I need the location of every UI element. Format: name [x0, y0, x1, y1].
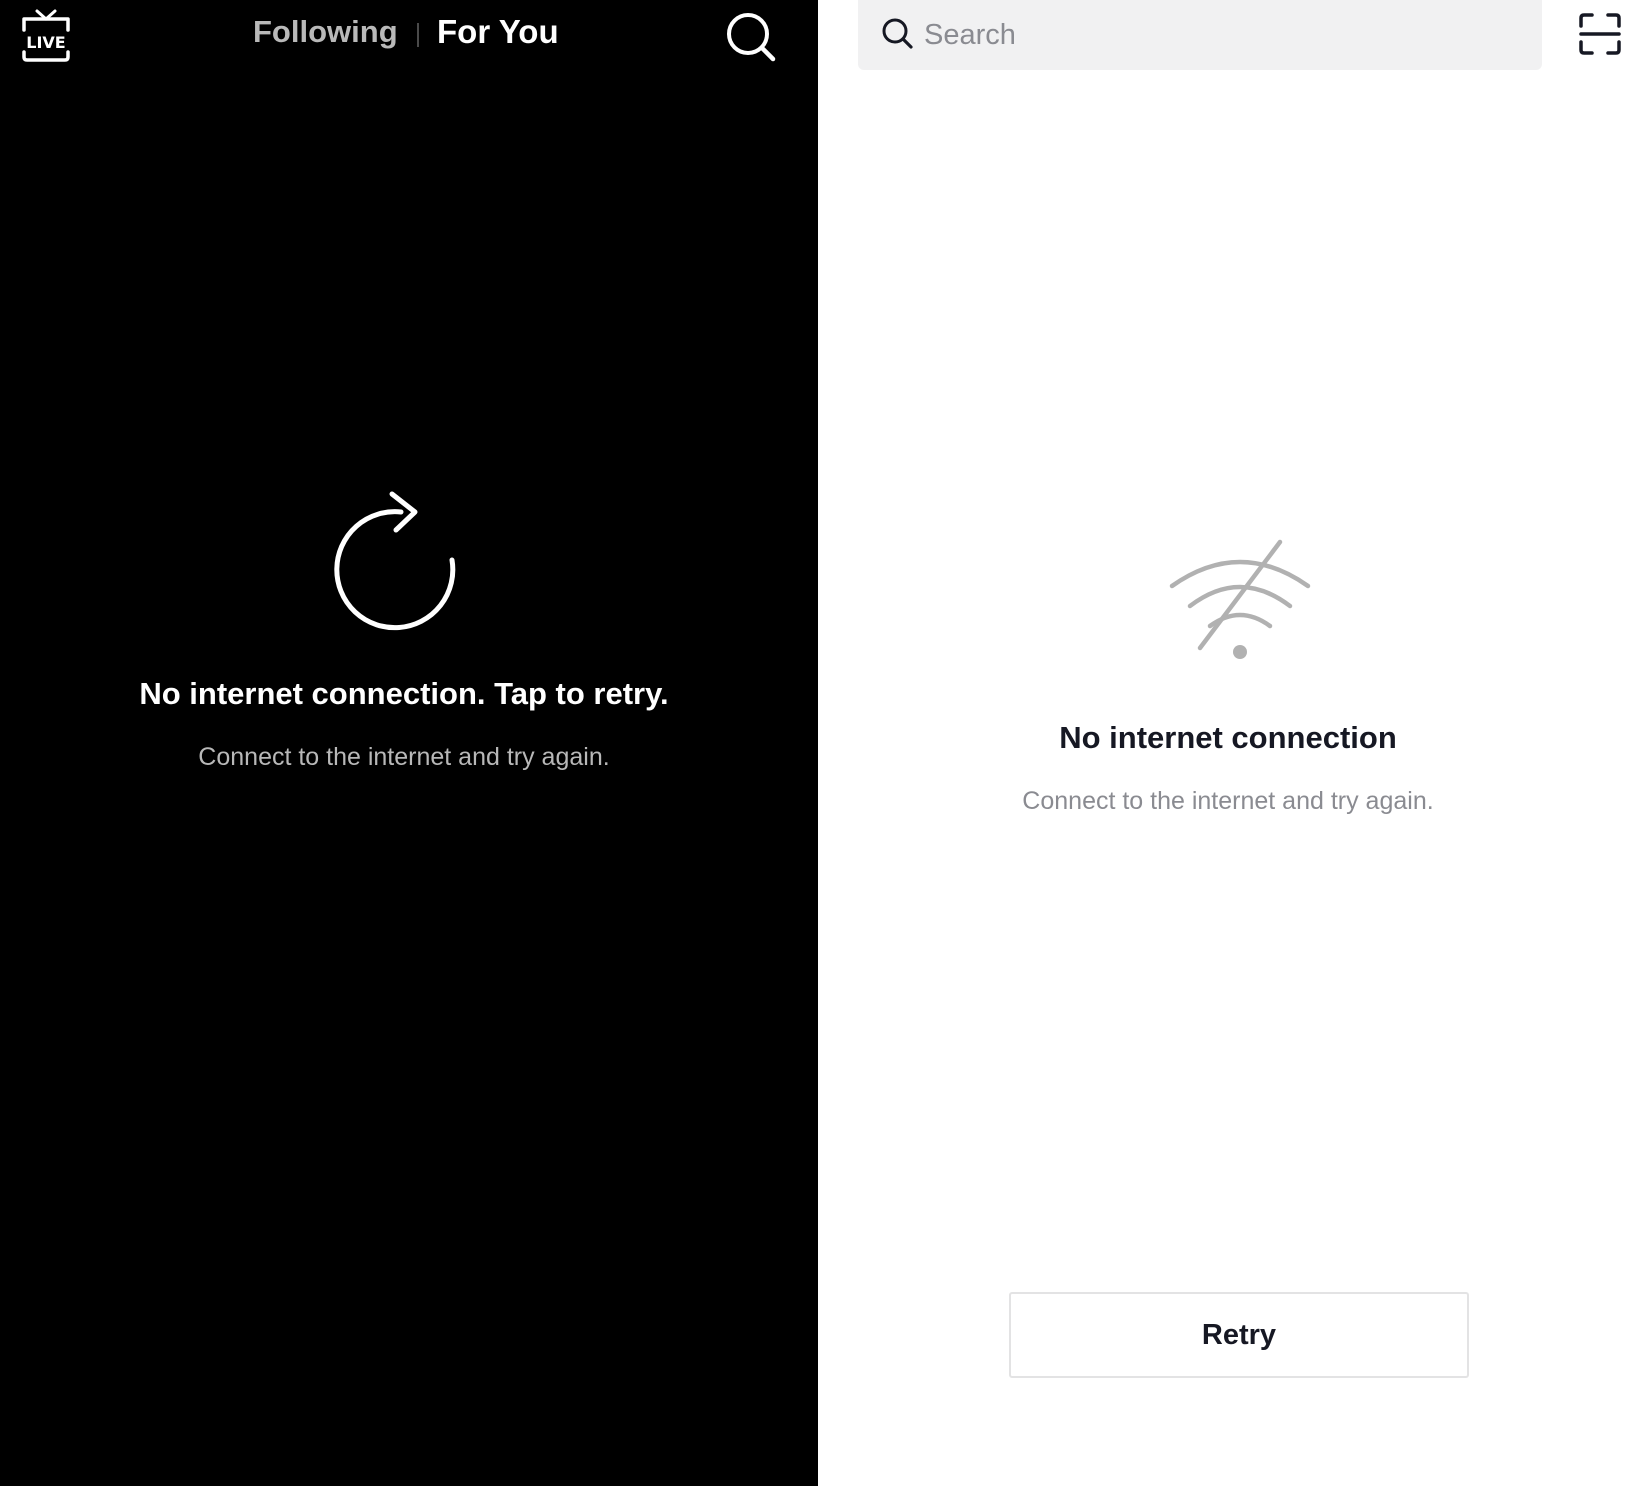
for-you-feed-panel: LIVE Following For You No internet conne… [0, 0, 818, 1486]
tab-following[interactable]: Following [253, 14, 398, 50]
retry-button[interactable]: Retry [1009, 1292, 1469, 1378]
tab-for-you[interactable]: For You [437, 13, 559, 51]
tab-divider [417, 23, 419, 47]
search-bar[interactable] [858, 0, 1542, 70]
app-root: LIVE Following For You No internet conne… [0, 0, 1638, 1486]
scan-icon[interactable] [1578, 12, 1622, 56]
error-subtitle: Connect to the internet and try again. [1022, 787, 1434, 815]
discover-panel: No internet connection Connect to the in… [818, 0, 1638, 1486]
error-title[interactable]: No internet connection. Tap to retry. [0, 676, 808, 712]
no-wifi-icon [1168, 536, 1312, 666]
error-title: No internet connection [1059, 720, 1397, 755]
refresh-icon[interactable] [334, 488, 474, 638]
feed-tabs: Following For You [0, 10, 818, 60]
search-input[interactable] [924, 10, 1504, 60]
error-subtitle: Connect to the internet and try again. [198, 743, 610, 771]
search-icon[interactable] [724, 10, 778, 64]
search-icon [880, 16, 916, 52]
